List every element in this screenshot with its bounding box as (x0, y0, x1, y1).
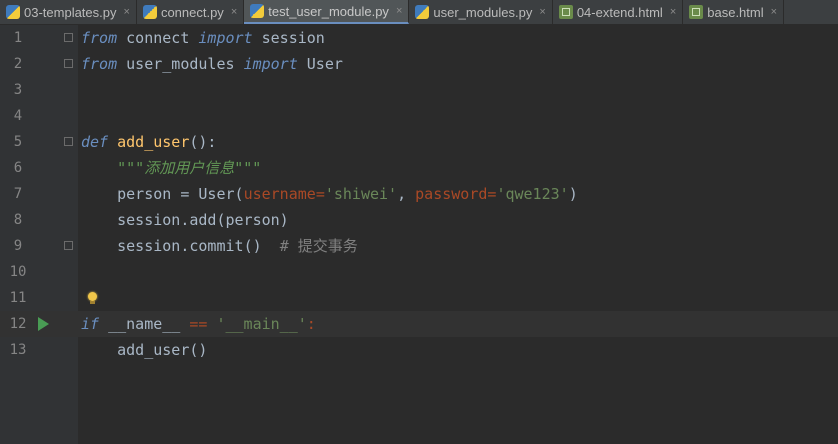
close-icon[interactable]: × (539, 6, 545, 18)
python-file-icon (415, 5, 430, 19)
line-number: 1 (13, 30, 23, 46)
fold-marker-icon[interactable] (64, 137, 73, 146)
close-icon[interactable]: × (396, 5, 402, 17)
tab-label: user_modules.py (433, 4, 533, 20)
code-text[interactable]: session.commit() # 提交事务 (81, 233, 358, 259)
tab-base-html[interactable]: base.html × (683, 0, 785, 24)
code-text[interactable]: add_user() (81, 337, 207, 363)
tab-label: test_user_module.py (268, 3, 389, 19)
fold-marker-icon[interactable] (64, 33, 73, 42)
code-line[interactable]: 6 """添加用户信息""" (0, 155, 838, 181)
tab-04-extend-html[interactable]: 04-extend.html × (553, 0, 684, 24)
code-line[interactable]: 4 (0, 103, 838, 129)
line-number: 7 (13, 186, 23, 202)
line-number: 12 (9, 316, 27, 332)
close-icon[interactable]: × (124, 6, 130, 18)
tab-label: 04-extend.html (576, 4, 663, 20)
line-number: 3 (13, 82, 23, 98)
close-icon[interactable]: × (670, 6, 676, 18)
code-line[interactable]: 5 def add_user(): (0, 129, 838, 155)
code-line[interactable]: 13 add_user() (0, 337, 838, 363)
tab-label: base.html (707, 4, 764, 20)
line-number: 2 (13, 56, 23, 72)
line-number: 10 (9, 264, 27, 280)
line-number: 9 (13, 238, 23, 254)
tab-03-templates-py[interactable]: 03-templates.py × (0, 0, 137, 24)
tab-label: connect.py (160, 4, 224, 20)
fold-marker-icon[interactable] (64, 59, 73, 68)
code-line[interactable]: 9 session.commit() # 提交事务 (0, 233, 838, 259)
line-number: 13 (9, 342, 27, 358)
code-line[interactable]: 10 (0, 259, 838, 285)
close-icon[interactable]: × (771, 6, 777, 18)
code-line-current[interactable]: 12 if __name__ == '__main__': (0, 311, 838, 337)
code-text[interactable]: person = User(username='shiwei', passwor… (81, 181, 578, 207)
line-number: 4 (13, 108, 23, 124)
line-number: 11 (9, 290, 27, 306)
code-text[interactable]: if __name__ == '__main__': (81, 311, 316, 337)
code-text[interactable]: session.add(person) (81, 207, 289, 233)
code-text[interactable]: from user_modules import User (81, 51, 343, 77)
code-line[interactable]: 7 person = User(username='shiwei', passw… (0, 181, 838, 207)
intention-bulb-icon[interactable] (88, 292, 97, 304)
tab-test-user-module-py[interactable]: test_user_module.py × (244, 0, 410, 24)
code-line[interactable]: 8 session.add(person) (0, 207, 838, 233)
tab-connect-py[interactable]: connect.py × (137, 0, 245, 24)
tab-user-modules-py[interactable]: user_modules.py × (409, 0, 553, 24)
line-number: 5 (13, 134, 23, 150)
html-file-icon (558, 5, 573, 19)
python-file-icon (6, 5, 20, 19)
tab-label: 03-templates.py (24, 4, 117, 20)
close-icon[interactable]: × (231, 6, 237, 18)
line-number: 6 (13, 160, 23, 176)
editor-tab-bar: 03-templates.py × connect.py × test_user… (0, 0, 838, 25)
code-line[interactable]: 3 (0, 77, 838, 103)
python-file-icon (142, 5, 157, 19)
code-line[interactable]: 1 from connect import session (0, 25, 838, 51)
code-text[interactable]: def add_user(): (81, 129, 216, 155)
run-icon[interactable] (38, 317, 49, 331)
code-text[interactable]: from connect import session (81, 25, 325, 51)
html-file-icon (689, 5, 704, 19)
code-line[interactable]: 2 from user_modules import User (0, 51, 838, 77)
python-file-icon (250, 4, 265, 18)
code-line[interactable]: 11 (0, 285, 838, 311)
line-number: 8 (13, 212, 23, 228)
fold-marker-icon[interactable] (64, 241, 73, 250)
code-text[interactable]: """添加用户信息""" (81, 155, 261, 181)
